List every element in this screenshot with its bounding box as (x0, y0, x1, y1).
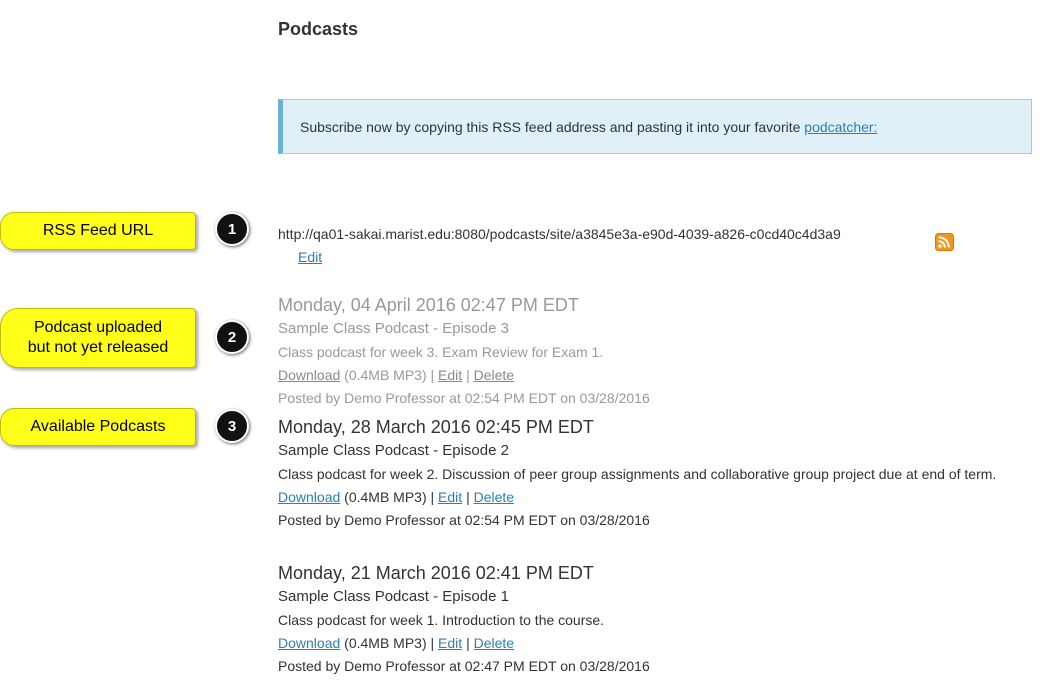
delete-link[interactable]: Delete (474, 489, 514, 505)
file-size: (0.4MB MP3) (344, 367, 427, 383)
callout-available-podcasts: Available Podcasts (0, 408, 196, 446)
download-link[interactable]: Download (278, 367, 340, 383)
page-title: Podcasts (278, 19, 359, 39)
podcast-description: Class podcast for week 1. Introduction t… (278, 612, 605, 628)
podcast-actions: Download (0.4MB MP3) | Edit | Delete (278, 486, 1038, 509)
download-link[interactable]: Download (278, 635, 340, 651)
subscribe-text: Subscribe now by copying this RSS feed a… (300, 119, 805, 135)
download-link[interactable]: Download (278, 489, 340, 505)
callout-rss-feed-url: RSS Feed URL (0, 212, 196, 250)
podcast-posted-by: Posted by Demo Professor at 02:54 PM EDT… (278, 512, 650, 528)
callout-label: Available Podcasts (30, 418, 166, 435)
podcast-posted-by: Posted by Demo Professor at 02:47 PM EDT… (278, 658, 650, 674)
separator: | (430, 635, 435, 651)
podcast-item: Monday, 28 March 2016 02:45 PM EDT Sampl… (278, 415, 1038, 532)
feed-edit-link[interactable]: Edit (298, 249, 322, 265)
podcast-date: Monday, 04 April 2016 02:47 PM EDT (278, 295, 579, 315)
podcatcher-link[interactable]: podcatcher: (804, 119, 877, 135)
edit-link[interactable]: Edit (438, 489, 462, 505)
podcast-description: Class podcast for week 3. Exam Review fo… (278, 344, 604, 360)
subscribe-info-box: Subscribe now by copying this RSS feed a… (278, 99, 1032, 154)
separator: | (430, 367, 435, 383)
rss-feed-url: http://qa01-sakai.marist.edu:8080/podcas… (278, 226, 841, 242)
podcast-title: Sample Class Podcast - Episode 1 (278, 588, 509, 605)
callout-label-line1: Podcast uploaded (33, 319, 163, 336)
callout-number-badge: 2 (215, 320, 249, 354)
file-size: (0.4MB MP3) (344, 489, 427, 505)
podcast-actions: Download (0.4MB MP3) | Edit | Delete (278, 632, 1038, 655)
separator: | (466, 635, 470, 651)
delete-link[interactable]: Delete (474, 367, 514, 383)
podcast-description: Class podcast for week 2. Discussion of … (278, 466, 997, 482)
callout-label-line2: but not yet released (27, 339, 169, 356)
callout-not-released: Podcast uploaded but not yet released (0, 308, 196, 368)
podcast-item: Monday, 04 April 2016 02:47 PM EDT Sampl… (278, 293, 1038, 410)
edit-link[interactable]: Edit (438, 635, 462, 651)
delete-link[interactable]: Delete (474, 635, 514, 651)
callout-label: RSS Feed URL (42, 222, 154, 239)
podcast-item: Monday, 21 March 2016 02:41 PM EDT Sampl… (278, 561, 1038, 678)
callout-number-badge: 3 (215, 409, 249, 443)
separator: | (430, 489, 435, 505)
separator: | (466, 367, 470, 383)
podcast-title: Sample Class Podcast - Episode 3 (278, 320, 509, 337)
callout-number-badge: 1 (215, 212, 249, 246)
file-size: (0.4MB MP3) (344, 635, 427, 651)
podcast-date: Monday, 21 March 2016 02:41 PM EDT (278, 563, 594, 583)
podcast-date: Monday, 28 March 2016 02:45 PM EDT (278, 417, 594, 437)
subscribe-info-text: Subscribe now by copying this RSS feed a… (300, 119, 877, 135)
separator: | (466, 489, 470, 505)
edit-link[interactable]: Edit (438, 367, 462, 383)
podcast-posted-by: Posted by Demo Professor at 02:54 PM EDT… (278, 390, 650, 406)
podcast-actions: Download (0.4MB MP3) | Edit | Delete (278, 364, 1038, 387)
rss-icon[interactable] (935, 233, 954, 251)
podcast-title: Sample Class Podcast - Episode 2 (278, 442, 509, 459)
